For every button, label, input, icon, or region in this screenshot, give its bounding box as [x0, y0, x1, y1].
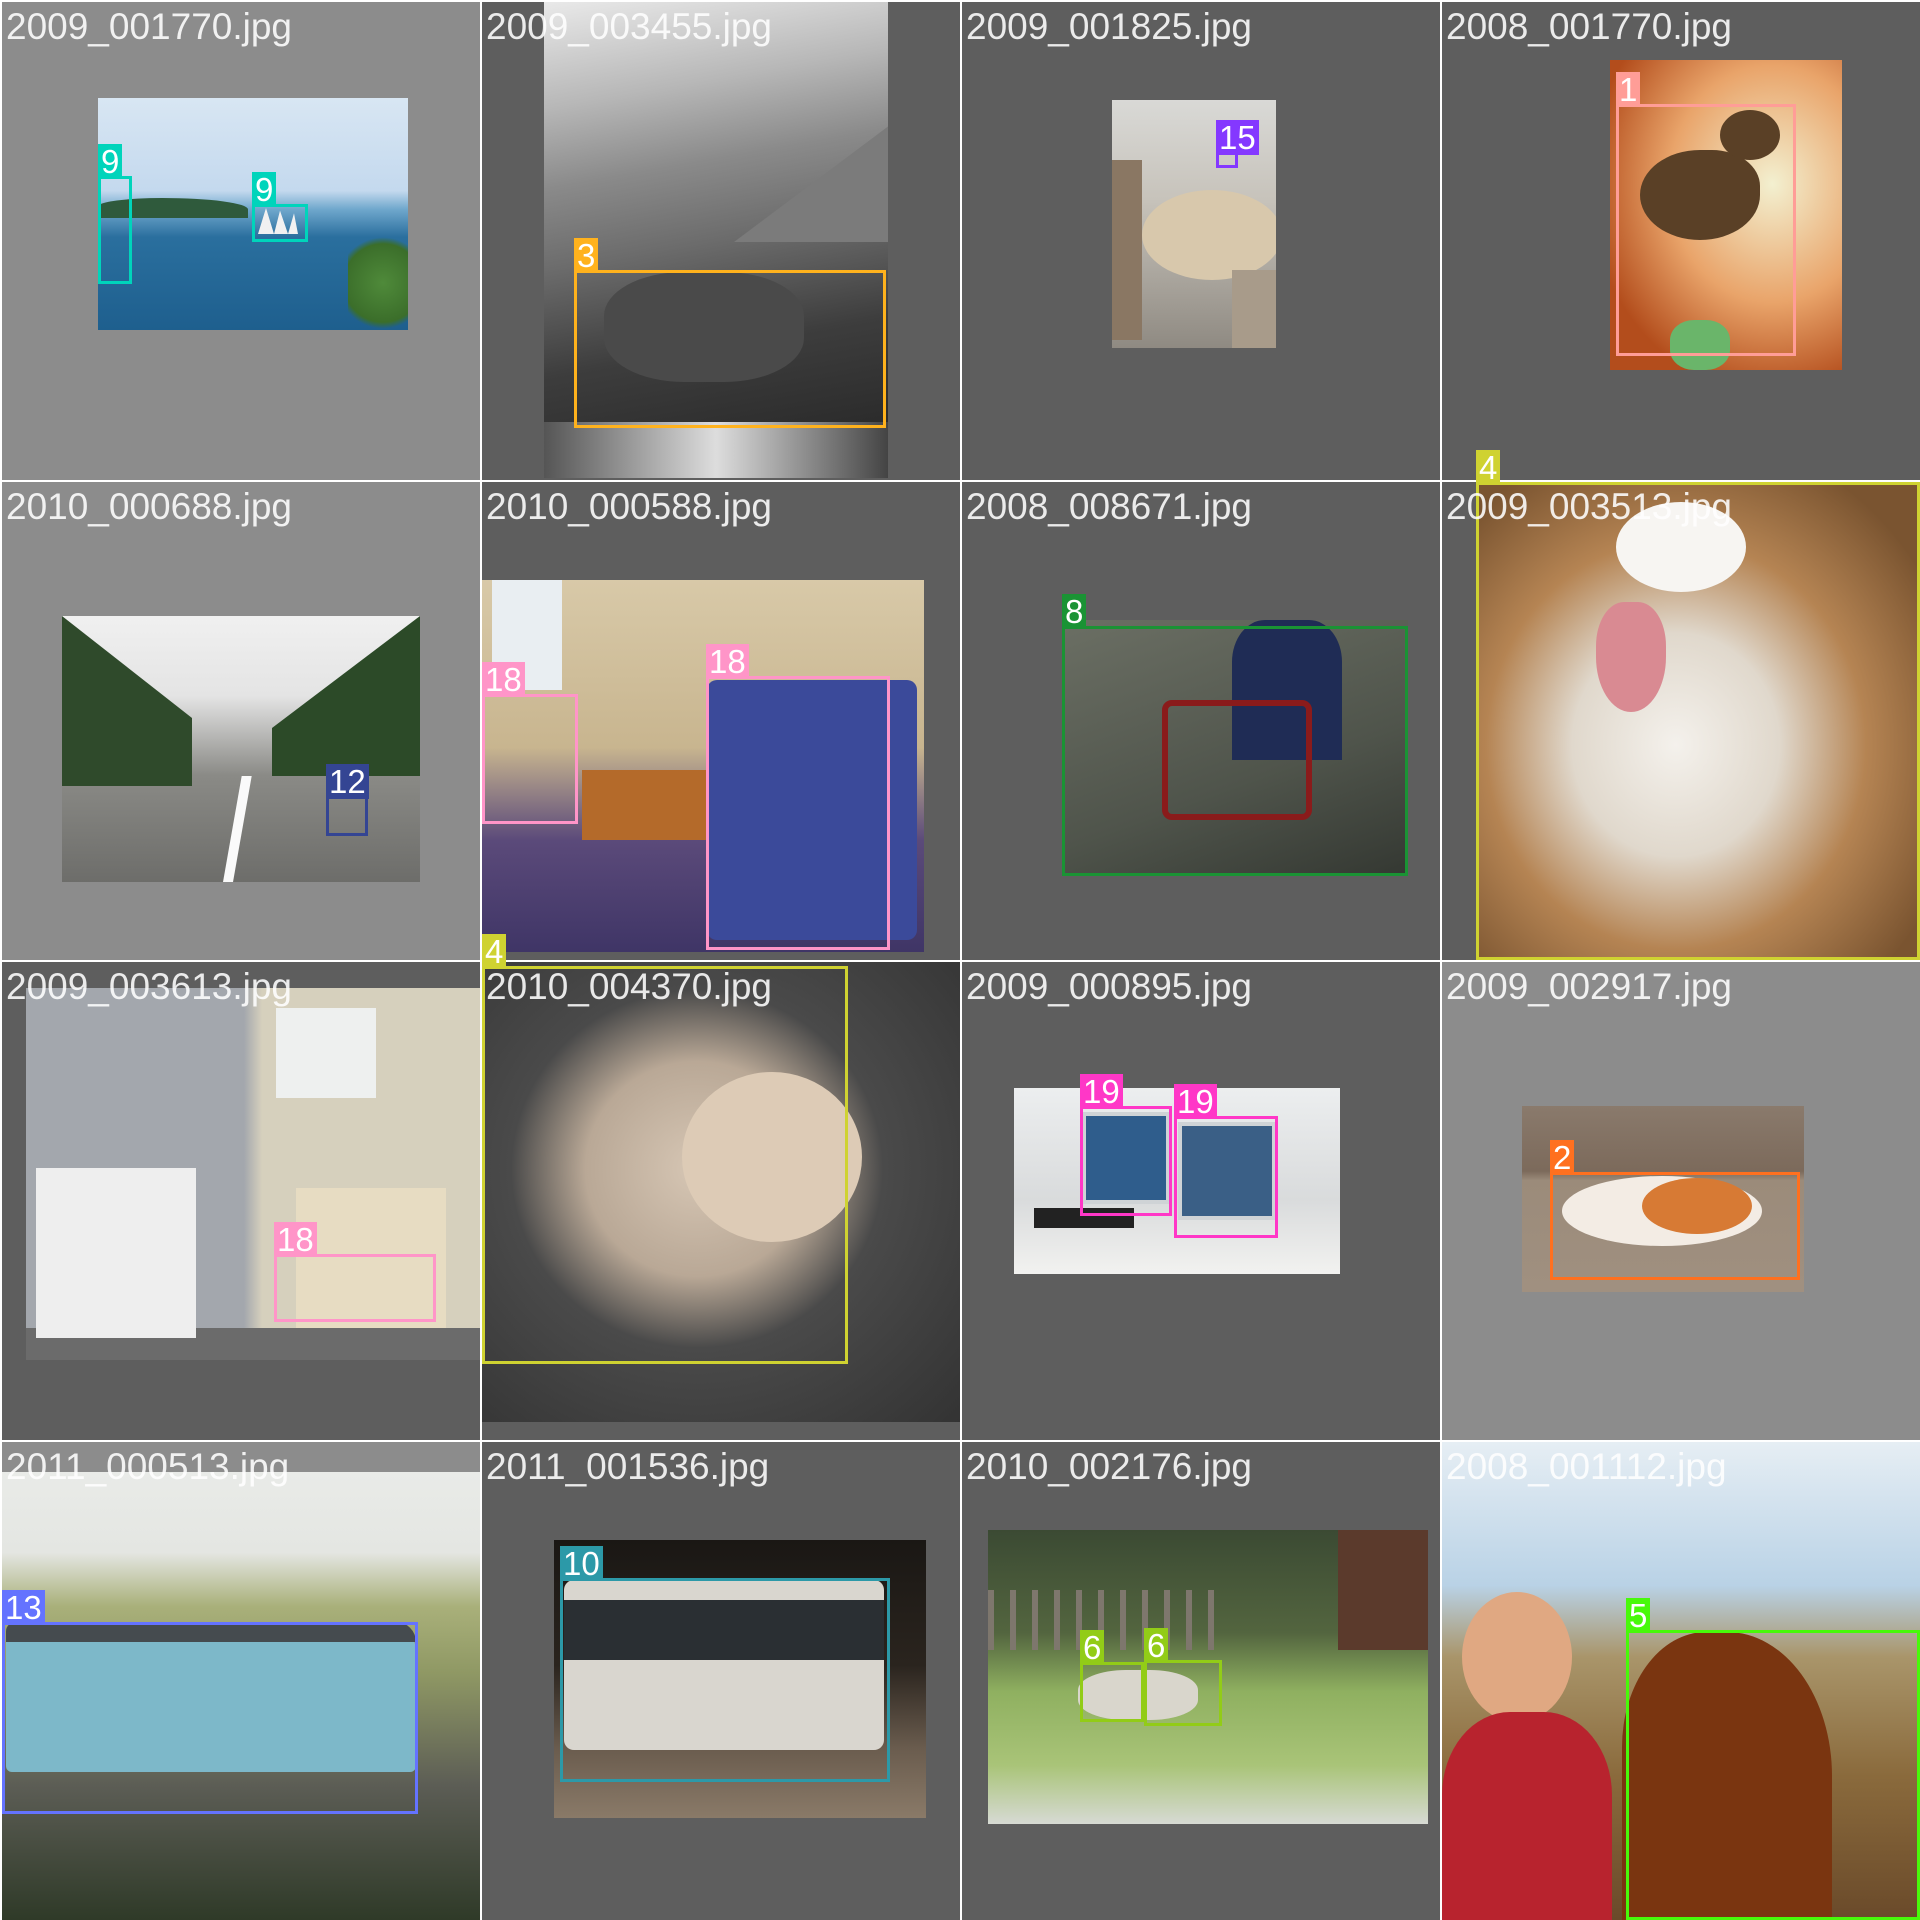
- detection-box-train: 13: [2, 1590, 418, 1814]
- image-filename: 2011_000513.jpg: [6, 1446, 290, 1487]
- tile-2009-003513[interactable]: 4 2009_003513.jpg: [1442, 450, 1920, 960]
- class-label: 15: [1216, 120, 1259, 155]
- detection-box-bicycle: 8: [1062, 594, 1408, 876]
- detection-box-bird: 1: [1616, 72, 1796, 356]
- detection-box-cow: 3: [574, 238, 886, 428]
- detection-box-dog: 4: [1476, 450, 1920, 960]
- tile-2011-000513[interactable]: 13 2011_000513.jpg: [2, 1442, 480, 1920]
- class-label: 19: [1080, 1074, 1123, 1109]
- tile-2009-001825[interactable]: 15 2009_001825.jpg: [962, 2, 1440, 480]
- image-filename: 2008_008671.jpg: [966, 486, 1253, 527]
- class-label: 19: [1174, 1084, 1217, 1119]
- detection-box-sofa: 18: [482, 662, 578, 824]
- tile-2008-001770[interactable]: 1 2008_001770.jpg: [1442, 2, 1920, 480]
- class-label: 18: [482, 662, 525, 697]
- class-label: 2: [1550, 1140, 1575, 1175]
- class-label: 13: [2, 1590, 45, 1625]
- class-label: 10: [560, 1546, 603, 1581]
- tile-2011-001536[interactable]: 10 2011_001536.jpg: [482, 1442, 960, 1920]
- class-label: 1: [1616, 72, 1641, 107]
- image-filename: 2009_003613.jpg: [6, 966, 293, 1007]
- detection-box-sofa: 18: [274, 1222, 436, 1322]
- tile-2010-000588[interactable]: 18 18 2010_000588.jpg: [482, 482, 960, 960]
- image-filename: 2010_004370.jpg: [486, 966, 773, 1007]
- image-filename: 2009_003513.jpg: [1446, 486, 1733, 527]
- tile-2009-003613[interactable]: 18 2009_003613.jpg: [2, 962, 480, 1440]
- detection-box-cat: 2: [1550, 1140, 1800, 1280]
- image-filename: 2009_001770.jpg: [6, 6, 293, 47]
- detection-box-tvmonitor: 19: [1080, 1074, 1172, 1216]
- class-label: 5: [1626, 1598, 1651, 1633]
- class-label: 8: [1062, 594, 1087, 629]
- class-label: 9: [98, 144, 123, 179]
- detection-box-sofa: 18: [706, 644, 890, 950]
- image-filename: 2009_003455.jpg: [486, 6, 773, 47]
- class-label: 3: [574, 238, 599, 273]
- detection-box-boat: 9: [252, 172, 308, 242]
- tile-2010-002176[interactable]: 6 6 2010_002176.jpg: [962, 1442, 1440, 1920]
- tile-2008-001112[interactable]: 5 2008_001112.jpg: [1442, 1442, 1920, 1920]
- class-label: 12: [326, 764, 369, 799]
- image-filename: 2010_000588.jpg: [486, 486, 773, 527]
- tile-2010-004370[interactable]: 4 2010_004370.jpg: [482, 934, 960, 1440]
- image-filename: 2008_001770.jpg: [1446, 6, 1733, 47]
- class-label: 6: [1080, 1630, 1105, 1665]
- image-filename: 2011_001536.jpg: [486, 1446, 770, 1487]
- class-label: 18: [706, 644, 749, 679]
- detection-box-boat: 9: [98, 144, 132, 284]
- image-filename: 2009_001825.jpg: [966, 6, 1253, 47]
- photo-road: [62, 616, 420, 882]
- image-filename: 2010_000688.jpg: [6, 486, 293, 527]
- image-filename: 2010_002176.jpg: [966, 1446, 1253, 1487]
- image-filename: 2009_000895.jpg: [966, 966, 1253, 1007]
- tile-2009-000895[interactable]: 19 19 2009_000895.jpg: [962, 962, 1440, 1440]
- class-label: 18: [274, 1222, 317, 1257]
- detection-box-horse: 5: [1626, 1598, 1920, 1920]
- tile-2008-008671[interactable]: 8 2008_008671.jpg: [962, 482, 1440, 960]
- tile-2009-003455[interactable]: 3 2009_003455.jpg: [482, 2, 960, 480]
- class-label: 6: [1144, 1628, 1169, 1663]
- tile-2009-002917[interactable]: 2 2009_002917.jpg: [1442, 962, 1920, 1440]
- class-label: 4: [482, 934, 507, 969]
- detection-box-motorbike: 12: [326, 764, 369, 836]
- tile-2009-001770[interactable]: 9 9 2009_001770.jpg: [2, 2, 480, 480]
- image-mosaic-grid: 9 9 2009_001770.jpg 3 2009_003455.jpg 15…: [0, 0, 1920, 1920]
- tile-2010-000688[interactable]: 12 2010_000688.jpg: [2, 482, 480, 960]
- detection-box-bus: 10: [560, 1546, 890, 1782]
- image-filename: 2008_001112.jpg: [1446, 1446, 1727, 1487]
- class-label: 9: [252, 172, 277, 207]
- class-label: 4: [1476, 450, 1501, 485]
- detection-box-tvmonitor: 19: [1174, 1084, 1278, 1238]
- detection-box-pottedplant: 15: [1216, 120, 1259, 168]
- detection-box-dog: 4: [482, 934, 848, 1364]
- detection-box-sheep: 6: [1080, 1630, 1144, 1722]
- detection-box-sheep: 6: [1144, 1628, 1222, 1726]
- image-filename: 2009_002917.jpg: [1446, 966, 1733, 1007]
